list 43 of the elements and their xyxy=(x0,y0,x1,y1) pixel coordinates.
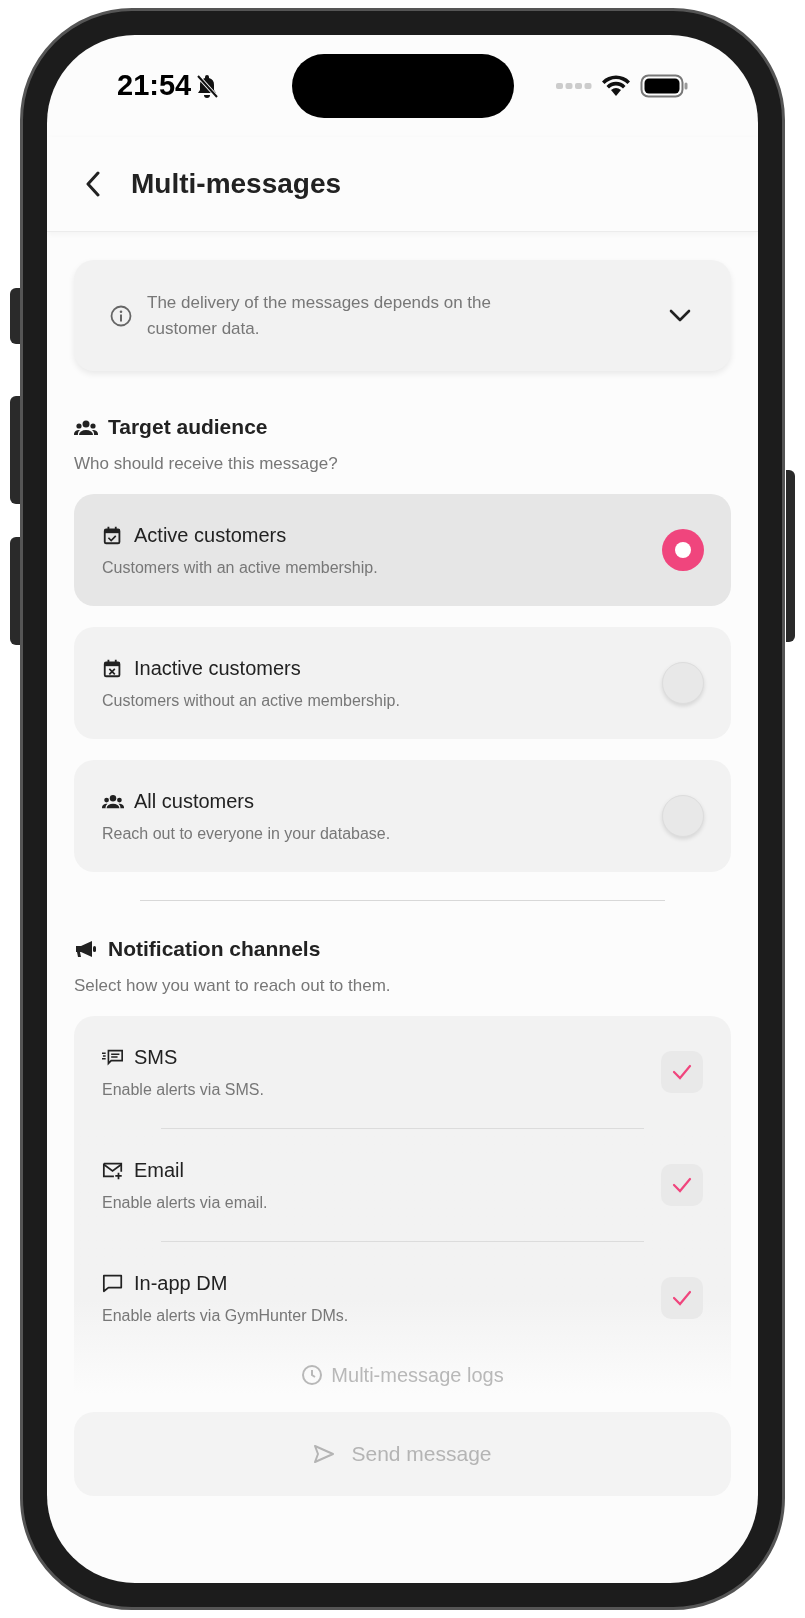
checkbox[interactable] xyxy=(661,1164,703,1206)
audience-option[interactable]: All customers Reach out to everyone in your database. xyxy=(74,760,731,872)
info-banner[interactable]: The delivery of the messages depends on the customer data. xyxy=(74,260,731,371)
section-subtitle: Who should receive this message? xyxy=(74,452,339,475)
check-icon xyxy=(672,1290,692,1306)
info-icon xyxy=(109,303,133,328)
option-label: All customers xyxy=(134,789,255,814)
option-description: Customers without an active membership. xyxy=(102,691,401,711)
option-label: Active customers xyxy=(134,523,287,548)
message-lines-icon xyxy=(102,1047,124,1067)
chevron-down-icon xyxy=(669,308,691,323)
signal-icon xyxy=(556,82,592,90)
section-title: Target audience xyxy=(108,414,268,440)
section-subtitle: Select how you want to reach out to them. xyxy=(74,974,392,997)
channel-description: Enable alerts via email. xyxy=(102,1193,269,1213)
status-time: 21:54 xyxy=(117,68,192,104)
bell-slash-icon xyxy=(195,73,220,99)
option-label: Inactive customers xyxy=(134,656,301,681)
check-icon xyxy=(672,1064,692,1080)
channel-description: Enable alerts via SMS. xyxy=(102,1080,265,1100)
section-title: Notification channels xyxy=(108,936,321,962)
mail-plus-icon xyxy=(102,1160,124,1180)
check-icon xyxy=(672,1177,692,1193)
channel-label: SMS xyxy=(134,1045,178,1070)
audience-option[interactable]: Inactive customers Customers without an active membership. xyxy=(74,627,731,739)
battery-icon xyxy=(640,74,688,98)
channel-label: Email xyxy=(134,1158,184,1183)
wifi-icon xyxy=(602,75,630,97)
info-text: The delivery of the messages depends on the customer data. xyxy=(147,291,492,340)
audience-option[interactable]: Active customers Customers with an active membership. xyxy=(74,494,731,606)
clock-icon xyxy=(301,1364,324,1386)
checkbox[interactable] xyxy=(661,1051,703,1093)
channel-description: Enable alerts via GymHunter DMs. xyxy=(102,1306,350,1326)
megaphone-icon xyxy=(74,938,98,959)
channel-label: In-app DM xyxy=(134,1271,228,1296)
chat-bubble-icon xyxy=(102,1273,124,1293)
option-description: Reach out to everyone in your database. xyxy=(102,824,392,844)
back-icon xyxy=(85,171,101,197)
page-title: Multi-messages xyxy=(131,167,342,201)
checkbox[interactable] xyxy=(661,1277,703,1319)
option-description: Customers with an active membership. xyxy=(102,558,379,578)
send-icon xyxy=(313,1444,336,1464)
radio-button[interactable] xyxy=(662,529,704,571)
